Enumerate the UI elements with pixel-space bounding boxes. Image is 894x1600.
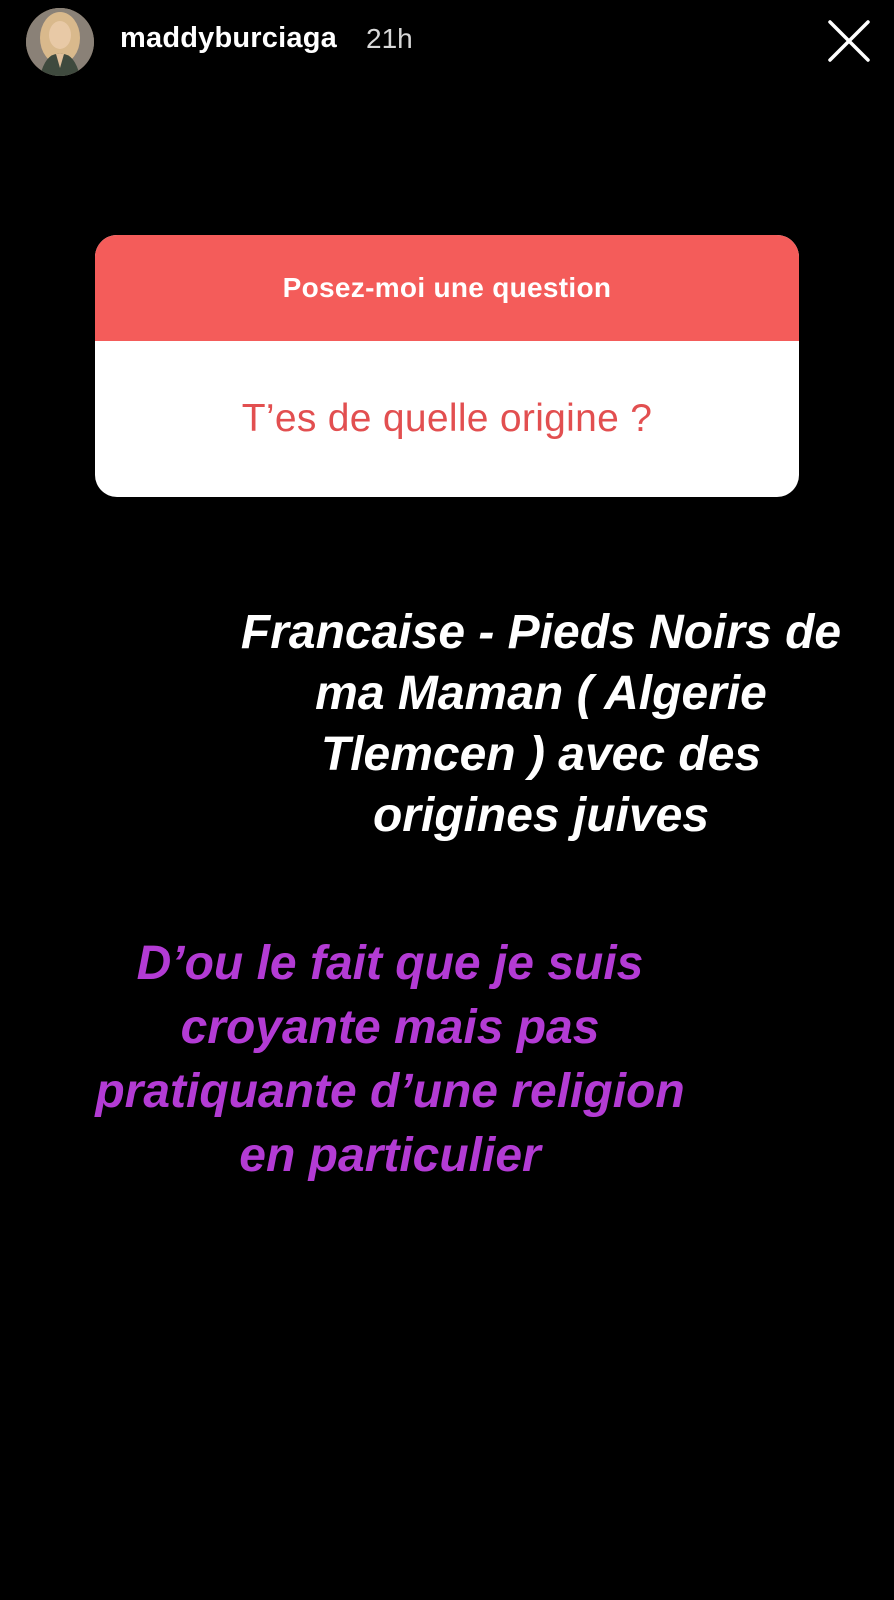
question-sticker[interactable]: Posez-moi une question T’es de quelle or…: [95, 235, 799, 497]
question-prompt: Posez-moi une question: [282, 272, 612, 303]
question-sticker-header: Posez-moi une question: [95, 235, 799, 341]
close-icon: [828, 20, 870, 62]
question-text: T’es de quelle origine ?: [241, 397, 653, 440]
avatar[interactable]: [26, 8, 94, 76]
question-sticker-body: T’es de quelle origine ?: [95, 341, 799, 497]
answer-text-white: Francaise - Pieds Noirs de ma Maman ( Al…: [240, 606, 842, 842]
story-timestamp: 21h: [366, 23, 413, 54]
avatar-image: [26, 8, 94, 76]
close-button[interactable]: [826, 18, 872, 64]
story-header: maddyburciaga 21h: [0, 0, 894, 90]
answer-text-purple: D’ou le fait que je suis croyante mais p…: [95, 937, 685, 1182]
username[interactable]: maddyburciaga: [120, 22, 337, 55]
